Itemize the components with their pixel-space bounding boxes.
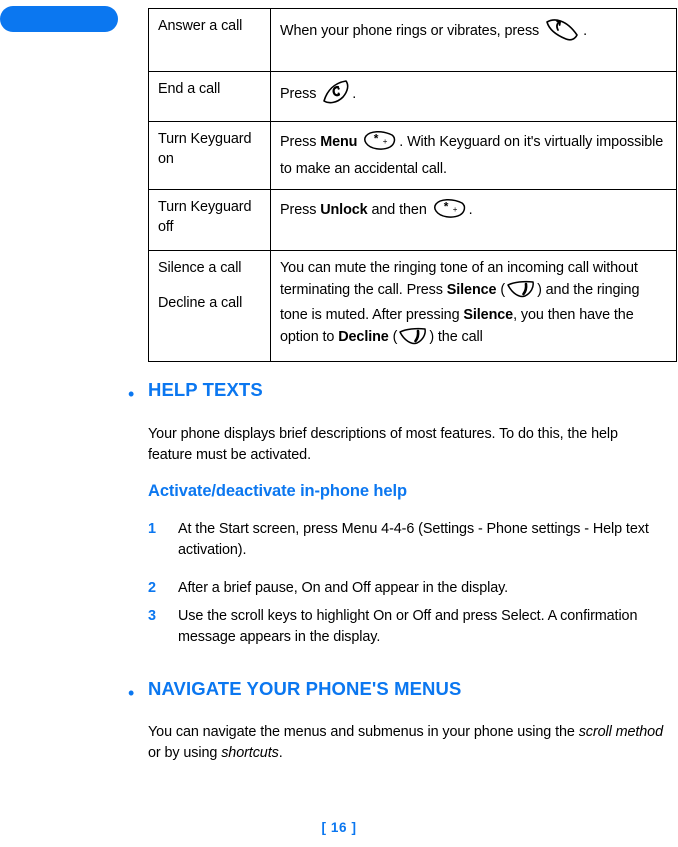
row-description-bold: Menu bbox=[320, 133, 358, 150]
row-label-spacer bbox=[158, 279, 262, 293]
row-label: End a call bbox=[148, 71, 271, 122]
right-softkey-icon bbox=[506, 279, 536, 305]
step-number: 3 bbox=[148, 608, 156, 624]
row-description-suffix: . bbox=[352, 86, 357, 103]
bullet-marker-help-texts: • bbox=[128, 384, 135, 404]
step-text: After a brief pause, On and Off appear i… bbox=[178, 580, 509, 596]
row-description-bold: Unlock bbox=[320, 201, 368, 218]
navigate-menus-paragraph: You can navigate the menus and submenus … bbox=[148, 722, 672, 764]
table-row: Turn Keyguard on Press Menu * + . With K… bbox=[148, 120, 677, 190]
step-number: 2 bbox=[148, 580, 156, 596]
row-spacer bbox=[280, 48, 668, 62]
send-key-icon bbox=[544, 16, 582, 48]
row-description: When your phone rings or vibrates, press… bbox=[270, 7, 677, 73]
list-item: 2 After a brief pause, On and Off appear… bbox=[148, 578, 664, 599]
navigate-paragraph-italic1: scroll method bbox=[578, 724, 663, 740]
row-label: Answer a call bbox=[148, 7, 271, 73]
help-texts-paragraph: Your phone displays brief descriptions o… bbox=[148, 426, 618, 463]
row-description-text: Press bbox=[280, 201, 317, 218]
table-row: Turn Keyguard off Press Unlock and then … bbox=[148, 188, 677, 252]
row-description-bold-decline: Decline bbox=[338, 328, 389, 345]
svg-text:*: * bbox=[443, 199, 448, 213]
key-operations-table: Answer a call When your phone rings or v… bbox=[148, 7, 677, 363]
table-row: Answer a call When your phone rings or v… bbox=[148, 7, 677, 73]
step-text: At the Start screen, press Menu 4-4-6 (S… bbox=[178, 521, 649, 558]
sub-heading-activate-deactivate: Activate/deactivate in-phone help bbox=[148, 482, 407, 500]
svg-text:+: + bbox=[452, 205, 457, 214]
row-description-bold-silence: Silence bbox=[446, 281, 497, 298]
row-description-seg8: ( bbox=[388, 328, 398, 345]
bullet-marker-navigate-menus: • bbox=[128, 683, 135, 703]
row-description-text: When your phone rings or vibrates, press bbox=[280, 23, 540, 39]
row-description-suffix: . bbox=[583, 23, 587, 39]
navigate-paragraph-part3: . bbox=[278, 744, 283, 761]
row-label-silence: Silence a call bbox=[158, 260, 242, 277]
row-description: Press . bbox=[270, 71, 677, 122]
row-description-seg9: ) the call bbox=[429, 328, 483, 345]
row-label: Silence a call Decline a call bbox=[148, 250, 271, 363]
list-item: 3 Use the scroll keys to highlight On or… bbox=[148, 606, 664, 648]
page-number-footer: [ 16 ] bbox=[321, 820, 357, 835]
row-description-seg3: ( bbox=[496, 281, 506, 298]
row-description: Press Unlock and then * + . bbox=[270, 188, 677, 252]
section-heading-navigate-menus: NAVIGATE YOUR PHONE'S MENUS bbox=[148, 678, 462, 699]
table-row: End a call Press . bbox=[148, 71, 677, 122]
svg-text:+: + bbox=[383, 137, 388, 146]
row-label: Turn Keyguard on bbox=[148, 120, 271, 190]
navigate-paragraph-part1: You can navigate the menus and submenus … bbox=[148, 724, 579, 740]
list-item: 1 At the Start screen, press Menu 4-4-6 … bbox=[148, 519, 664, 561]
step-text: Use the scroll keys to highlight On or O… bbox=[178, 608, 638, 645]
row-description: You can mute the ringing tone of an inco… bbox=[270, 250, 677, 363]
row-description-text: Press bbox=[280, 86, 317, 103]
row-label: Turn Keyguard off bbox=[148, 188, 271, 252]
chapter-tab bbox=[0, 6, 118, 32]
row-label-decline: Decline a call bbox=[158, 294, 243, 311]
asterisk-key-icon: * + bbox=[362, 129, 398, 159]
row-spacer bbox=[280, 227, 668, 241]
row-description-bold-silence-2: Silence bbox=[463, 307, 514, 324]
step-number: 1 bbox=[148, 521, 156, 537]
row-description-suffix: . bbox=[468, 201, 473, 218]
right-softkey-icon bbox=[398, 326, 428, 352]
row-description: Press Menu * + . With Keyguard on it's v… bbox=[270, 120, 677, 190]
asterisk-key-icon: * + bbox=[432, 197, 468, 227]
table-row: Silence a call Decline a call You can mu… bbox=[148, 250, 677, 363]
end-key-icon bbox=[321, 79, 351, 111]
row-description-mid: and then bbox=[371, 201, 427, 218]
navigate-paragraph-italic2: shortcuts bbox=[221, 744, 279, 761]
navigate-paragraph-part2: or by using bbox=[148, 744, 222, 761]
row-description-text: Press bbox=[280, 133, 317, 150]
section-heading-help-texts: HELP TEXTS bbox=[148, 379, 263, 400]
svg-text:*: * bbox=[374, 131, 379, 145]
